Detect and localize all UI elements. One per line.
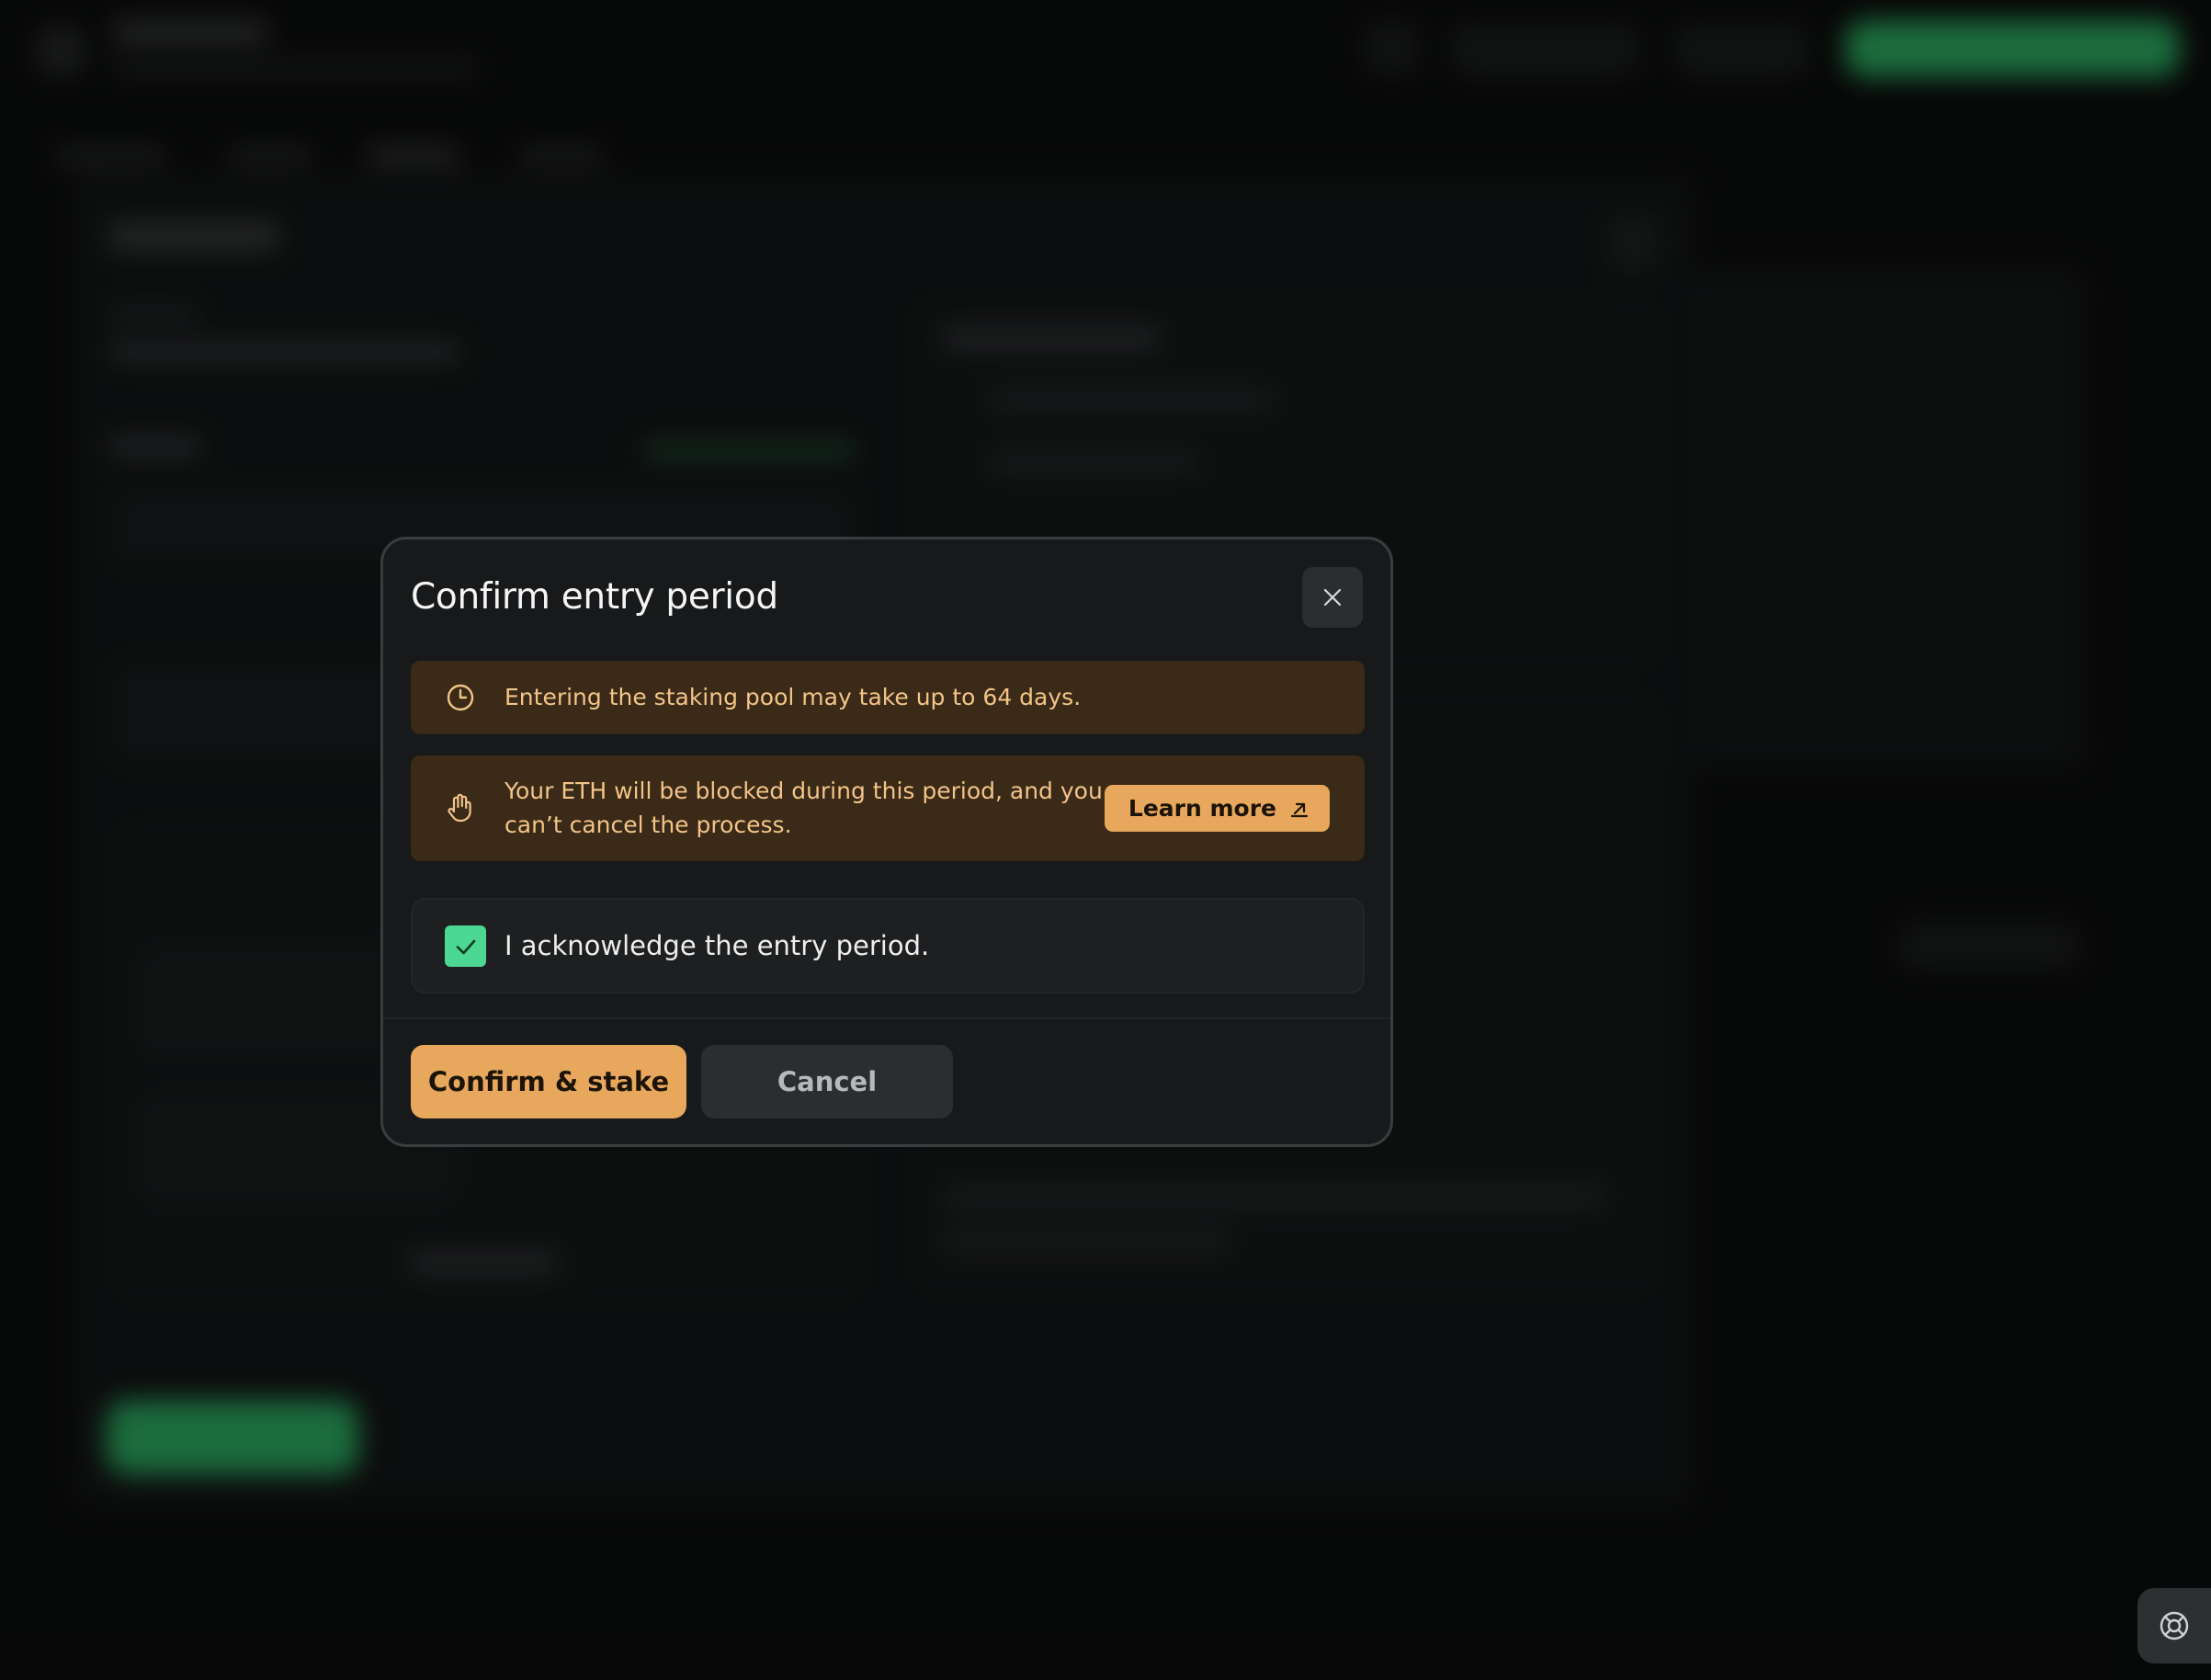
- learn-more-button[interactable]: Learn more: [1104, 785, 1330, 832]
- cancel-button[interactable]: Cancel: [701, 1045, 953, 1118]
- external-link-icon: [1290, 802, 1309, 817]
- acknowledge-label[interactable]: I acknowledge the entry period.: [505, 930, 929, 961]
- acknowledge-checkbox[interactable]: [445, 925, 486, 967]
- lifebuoy-icon: [2160, 1611, 2189, 1640]
- modal-title: Confirm entry period: [411, 576, 778, 618]
- help-button[interactable]: [2137, 1588, 2211, 1663]
- entry-duration-notice: Entering the staking pool may take up to…: [411, 661, 1365, 734]
- confirm-stake-button[interactable]: Confirm & stake: [411, 1045, 686, 1118]
- entry-duration-text: Entering the staking pool may take up to…: [505, 684, 1082, 710]
- check-icon: [456, 939, 475, 954]
- acknowledge-row[interactable]: I acknowledge the entry period.: [411, 898, 1365, 993]
- footer-divider: [383, 1017, 1390, 1019]
- confirm-entry-modal: Confirm entry period Entering the stakin…: [380, 537, 1393, 1147]
- hand-stop-icon: [444, 791, 477, 824]
- eth-blocked-text: Your ETH will be blocked during this per…: [505, 778, 1103, 838]
- eth-blocked-notice: Your ETH will be blocked during this per…: [411, 755, 1365, 861]
- close-button[interactable]: [1302, 567, 1363, 628]
- learn-more-label: Learn more: [1128, 795, 1276, 822]
- close-icon: [1323, 588, 1342, 607]
- clock-icon: [444, 681, 477, 714]
